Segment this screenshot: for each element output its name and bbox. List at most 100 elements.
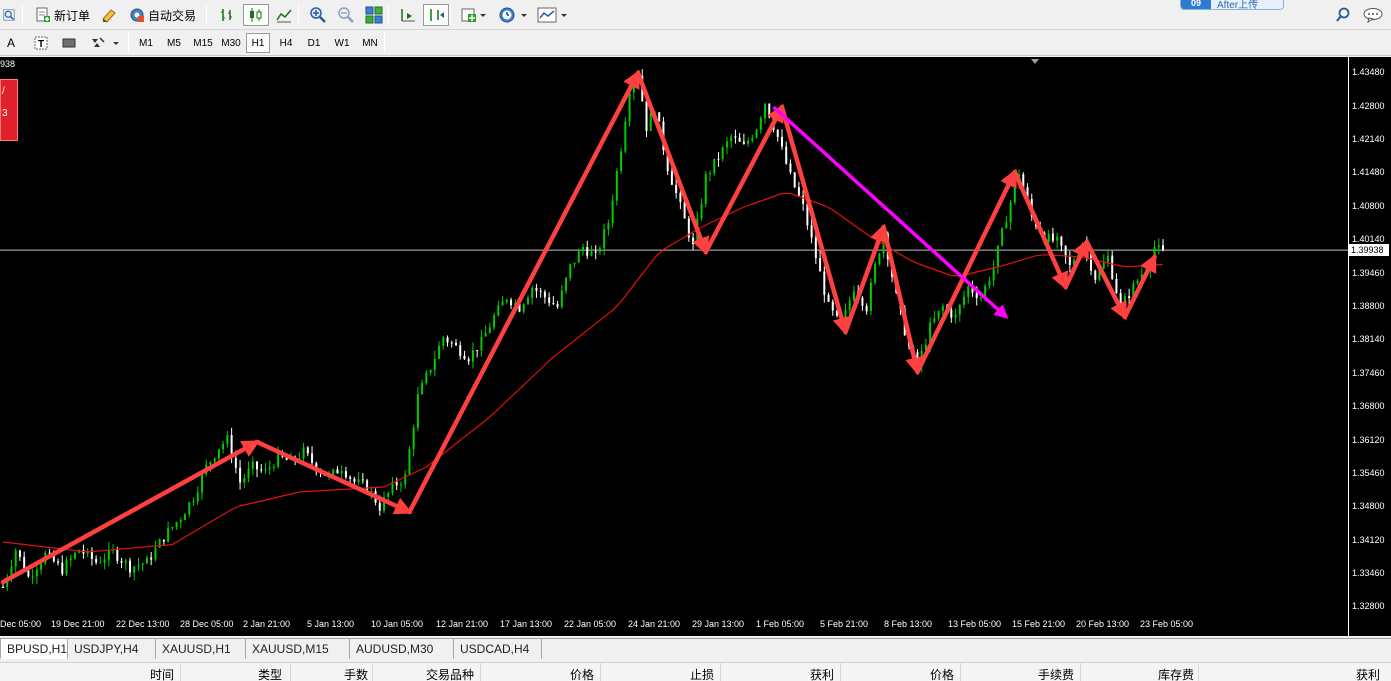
column-divider[interactable] — [290, 663, 291, 681]
price-tick-label: 1.42800 — [1352, 101, 1385, 111]
text-tool-icon[interactable]: A — [4, 32, 18, 54]
candlestick-chart-icon[interactable] — [243, 4, 269, 26]
column-header[interactable]: 价格 — [570, 666, 594, 681]
column-header[interactable]: 获利 — [1356, 666, 1380, 681]
trend-arrow — [915, 168, 1018, 375]
price-tick-label: 1.36120 — [1352, 435, 1385, 445]
chart-tab[interactable]: XAUUSD,H1 — [156, 639, 246, 659]
auto-trade-label: 自动交易 — [148, 8, 197, 23]
arrows-tool-icon[interactable] — [86, 32, 126, 54]
chart-price-fragment: 938 — [0, 59, 16, 69]
column-header[interactable]: 手数 — [344, 666, 368, 681]
column-header[interactable]: 时间 — [150, 666, 174, 681]
column-divider[interactable] — [1198, 663, 1199, 681]
candle-body — [27, 570, 30, 577]
candle-body — [438, 345, 441, 359]
column-divider[interactable] — [372, 663, 373, 681]
text-label-icon[interactable]: T — [30, 32, 52, 54]
timeframe-h4[interactable]: H4 — [274, 33, 298, 53]
column-divider[interactable] — [1080, 663, 1081, 681]
candle-body — [543, 291, 546, 298]
column-divider[interactable] — [840, 663, 841, 681]
timeframe-h1[interactable]: H1 — [246, 33, 270, 53]
chart-tabs: BPUSD,H1 USDJPY,H4 XAUUSD,H1 XAUUSD,M15 AUDU… — [0, 638, 1391, 660]
time-tick-label: 23 Feb 05:00 — [1140, 619, 1194, 629]
chat-icon[interactable] — [1360, 4, 1388, 26]
timeframe-mn[interactable]: MN — [358, 33, 382, 53]
column-header[interactable]: 类型 — [258, 666, 282, 681]
timeframe-m15[interactable]: M15 — [190, 33, 216, 53]
candle-body — [933, 318, 936, 323]
candle-body — [141, 563, 144, 565]
zoom-in-icon[interactable] — [306, 4, 330, 26]
candle-body — [306, 447, 309, 454]
column-header[interactable]: 库存费 — [1158, 666, 1194, 681]
zoom-out-icon[interactable] — [334, 4, 358, 26]
timeframe-m1[interactable]: M1 — [134, 33, 158, 53]
column-header[interactable]: 止损 — [690, 666, 714, 681]
chart-tab[interactable]: USDCAD,H4 — [454, 639, 542, 659]
candle-body — [387, 492, 390, 498]
column-divider[interactable] — [480, 663, 481, 681]
autoscroll-icon[interactable] — [423, 4, 449, 26]
candle-body — [963, 296, 966, 305]
svg-text:T: T — [38, 39, 44, 50]
chart-shift-icon[interactable] — [396, 4, 420, 26]
one-click-trading-panel[interactable]: / 3 — [0, 79, 18, 141]
price-tick-label: 1.37460 — [1352, 368, 1385, 378]
price-chart[interactable]: 1.43480 1.42800 1.42140 1.41480 1.40800 1.401… — [0, 57, 1391, 636]
candle-body — [522, 304, 525, 312]
candle-body — [1111, 255, 1114, 279]
candle-body — [526, 297, 529, 305]
chart-shift-marker — [1031, 59, 1039, 64]
candle-body — [679, 192, 682, 203]
timeframe-m30[interactable]: M30 — [218, 33, 244, 53]
candle-body — [810, 225, 813, 238]
candle-body — [1001, 228, 1004, 246]
periods-icon[interactable] — [496, 4, 532, 26]
chart-tab[interactable]: BPUSD,H1 — [0, 639, 68, 659]
chart-tab[interactable]: USDJPY,H4 — [68, 639, 156, 659]
candle-body — [1136, 280, 1139, 284]
column-header[interactable]: 获利 — [810, 666, 834, 681]
tile-windows-icon[interactable] — [362, 4, 386, 26]
column-header[interactable]: 交易品种 — [426, 666, 474, 681]
candle-body — [31, 576, 34, 578]
timeframe-m5[interactable]: M5 — [162, 33, 186, 53]
candle-body — [497, 305, 500, 316]
bar-chart-icon[interactable] — [216, 4, 240, 26]
candle-body — [192, 501, 195, 503]
pencil-icon[interactable] — [98, 4, 120, 26]
column-divider[interactable] — [180, 663, 181, 681]
candle-body — [852, 291, 855, 301]
column-divider[interactable] — [600, 663, 601, 681]
candle-body — [569, 264, 572, 278]
column-header[interactable]: 价格 — [930, 666, 954, 681]
indicators-icon[interactable] — [458, 4, 490, 26]
candle-body — [764, 103, 767, 119]
candle-body — [704, 173, 707, 204]
line-chart-icon[interactable] — [272, 4, 296, 26]
chart-tab[interactable]: AUDUSD,M30 — [350, 639, 454, 659]
chart-tab[interactable]: XAUUSD,M15 — [246, 639, 350, 659]
candle-body — [759, 118, 762, 130]
candle-body — [624, 121, 627, 152]
candle-body — [14, 550, 17, 567]
candle-body — [450, 342, 453, 344]
time-tick-label: Dec 05:00 — [0, 619, 42, 629]
column-divider[interactable] — [720, 663, 721, 681]
magnifier-icon[interactable] — [0, 4, 18, 26]
auto-trade-button[interactable]: 自动交易 — [126, 4, 199, 26]
search-icon[interactable] — [1332, 4, 1354, 26]
timeframe-w1[interactable]: W1 — [330, 33, 354, 53]
chart-canvas — [0, 59, 1351, 608]
candle-body — [958, 304, 961, 315]
column-divider[interactable] — [960, 663, 961, 681]
upload-badge[interactable]: 09 After上传 — [1180, 0, 1284, 10]
rectangle-tool-icon[interactable] — [58, 32, 80, 54]
column-header[interactable]: 手续费 — [1038, 666, 1074, 681]
templates-icon[interactable] — [534, 4, 572, 26]
new-order-button[interactable]: 新订单 — [32, 4, 93, 26]
timeframe-d1[interactable]: D1 — [302, 33, 326, 53]
candle-body — [217, 449, 220, 459]
